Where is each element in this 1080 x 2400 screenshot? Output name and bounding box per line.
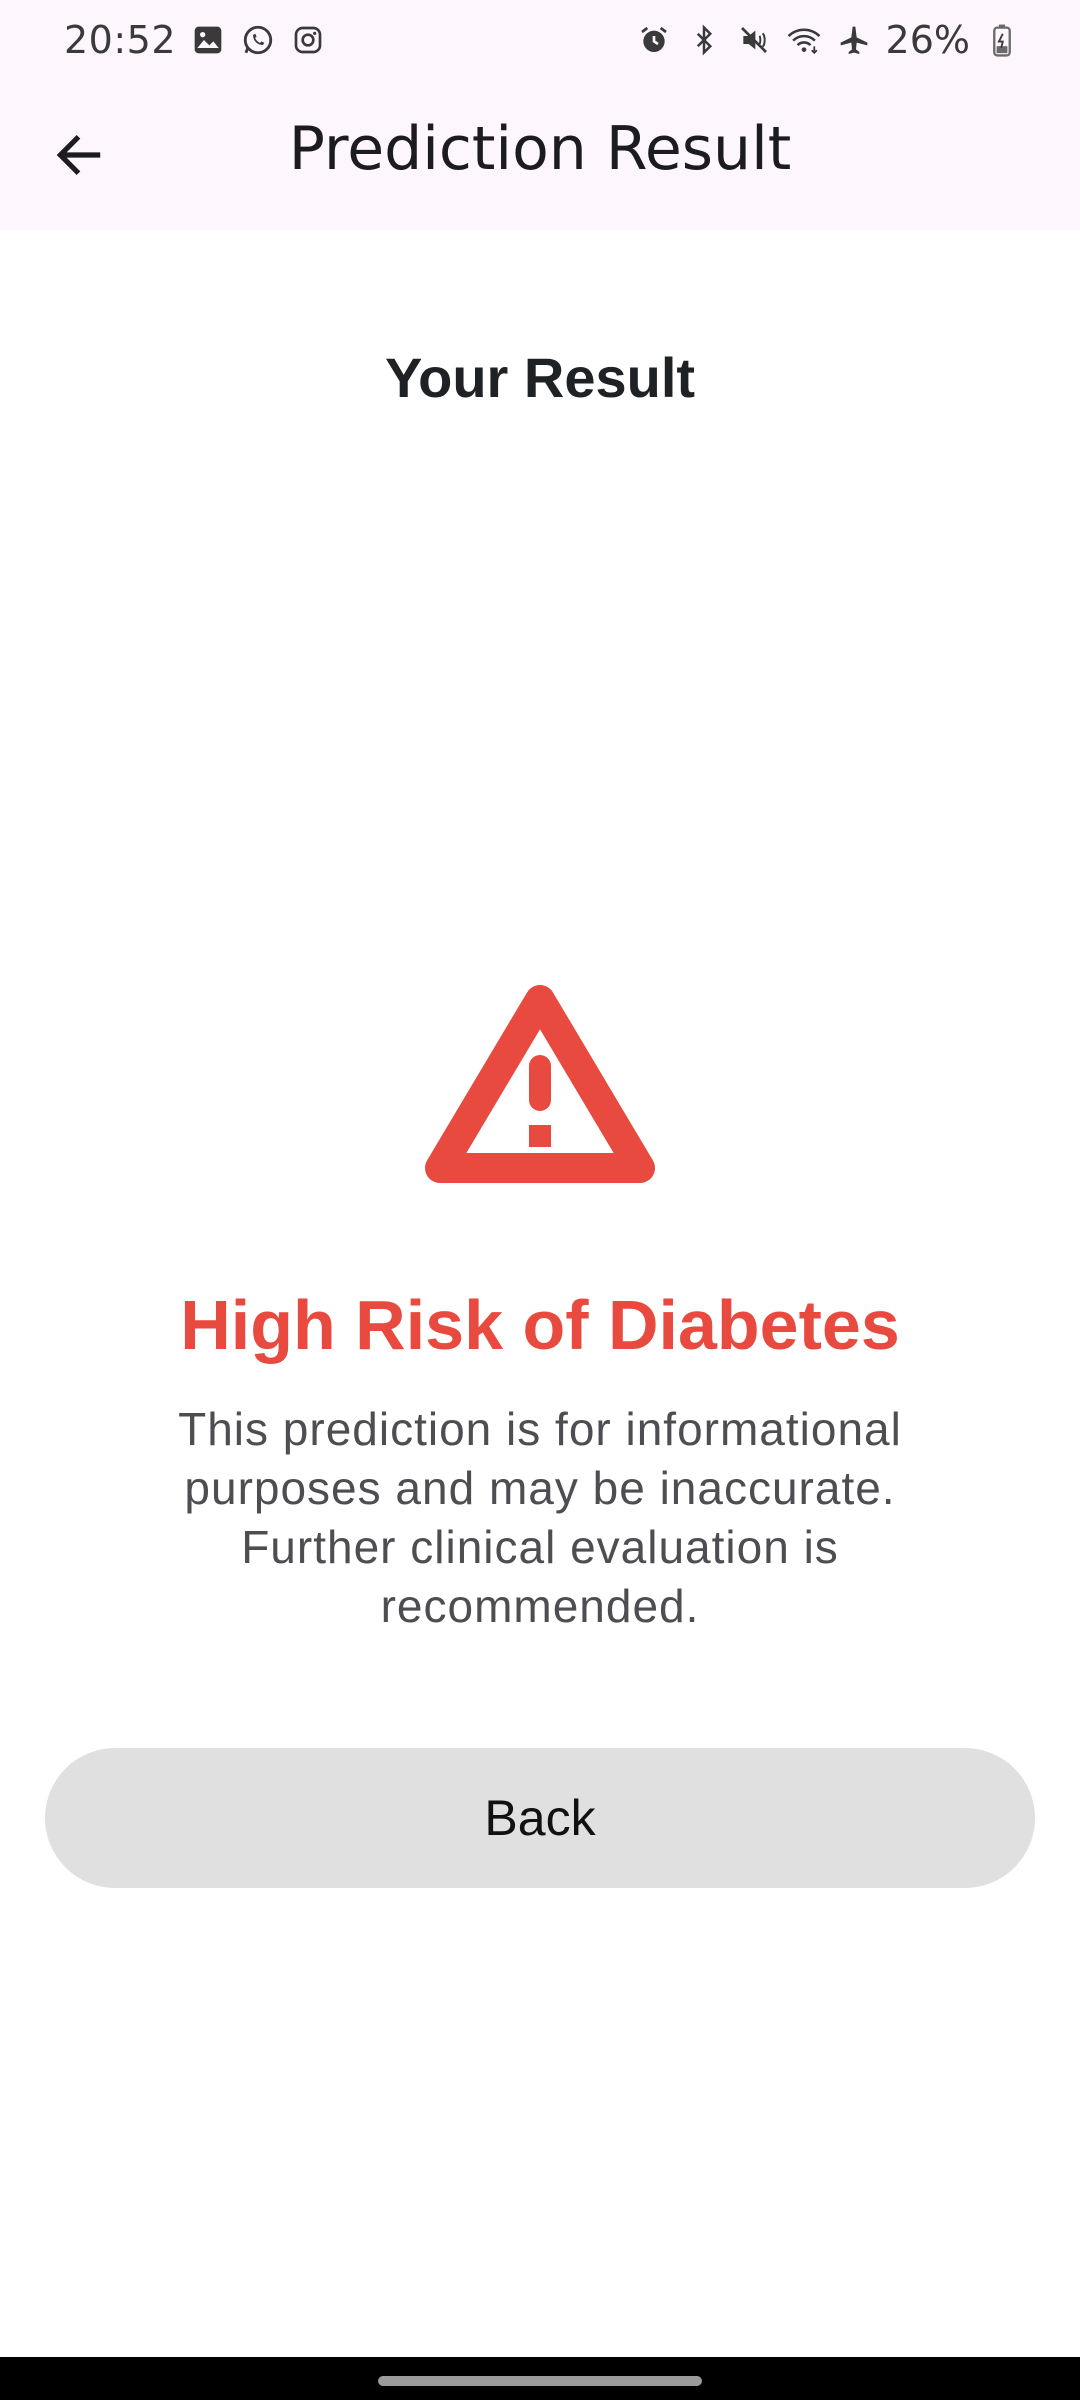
back-button[interactable]: Back: [45, 1748, 1035, 1888]
mute-icon: [736, 22, 772, 58]
app-bar: Prediction Result: [0, 80, 1080, 230]
navigation-bar: [0, 2357, 1080, 2400]
home-gesture-handle[interactable]: [378, 2376, 702, 2386]
alarm-icon: [636, 22, 672, 58]
page-title: Prediction Result: [288, 114, 792, 184]
disclaimer-text: This prediction is for informational pur…: [178, 1403, 902, 1632]
warning-icon: [424, 980, 656, 1188]
status-time: 20:52: [64, 18, 177, 62]
result-heading: Your Result: [384, 346, 696, 409]
battery-icon: [984, 22, 1020, 58]
wifi-icon: [786, 22, 822, 58]
instagram-icon: [290, 22, 326, 58]
status-bar-left: 20:52: [64, 18, 326, 62]
gallery-icon: [190, 22, 226, 58]
battery-percent: 26%: [885, 18, 970, 62]
whatsapp-icon: [240, 22, 276, 58]
status-bar-right: 26%: [636, 18, 1020, 62]
airplane-icon: [836, 22, 872, 58]
bluetooth-icon: [686, 22, 722, 58]
result-title: High Risk of Diabetes: [180, 1286, 900, 1364]
status-bar: 20:52 26%: [0, 0, 1080, 80]
